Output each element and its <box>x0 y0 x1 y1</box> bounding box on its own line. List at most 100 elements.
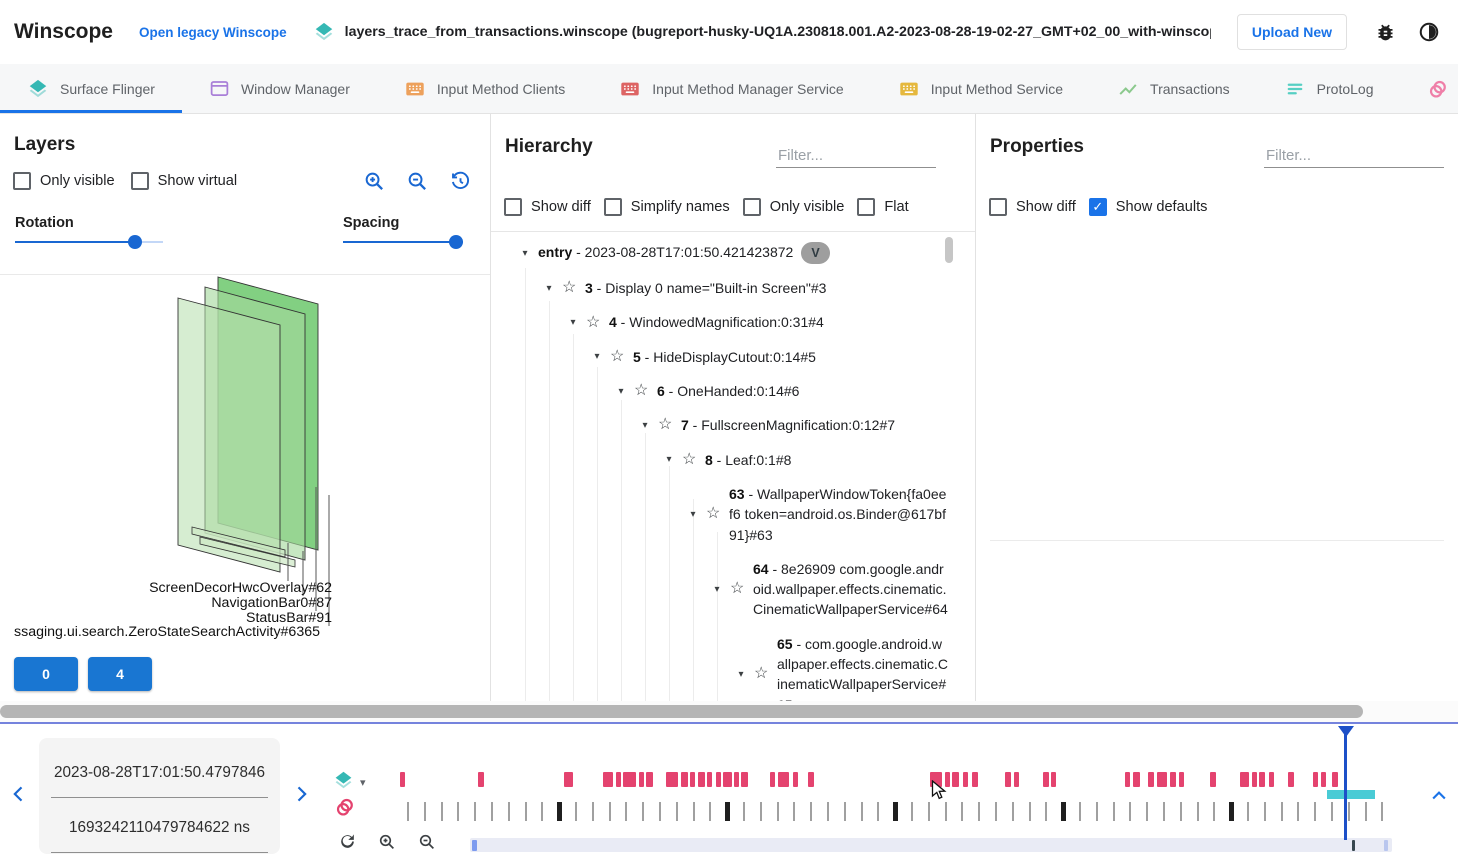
transition-mark[interactable] <box>623 772 636 787</box>
hierarchy-show-diff-checkbox[interactable]: Show diff <box>504 198 591 216</box>
trace-tick[interactable] <box>760 802 762 821</box>
properties-filter-input[interactable] <box>1264 144 1444 168</box>
transition-mark[interactable] <box>690 772 695 787</box>
trace-tick[interactable] <box>810 802 812 821</box>
transition-mark[interactable] <box>1014 772 1019 787</box>
transition-mark[interactable] <box>646 772 653 787</box>
trace-tick[interactable] <box>1297 802 1299 821</box>
hierarchy-flat-checkbox[interactable]: Flat <box>857 198 908 216</box>
properties-show-defaults-checkbox[interactable]: ✓Show defaults <box>1089 198 1208 216</box>
collapse-arrow-icon[interactable]: ▾ <box>639 420 651 431</box>
trace-tick-bold[interactable] <box>893 802 898 821</box>
transition-mark[interactable] <box>478 772 484 787</box>
collapse-arrow-icon[interactable]: ▾ <box>567 317 579 328</box>
trace-tick[interactable] <box>793 802 795 821</box>
hierarchy-scrollbar[interactable] <box>945 237 953 263</box>
trace-tick[interactable] <box>1096 802 1098 821</box>
trace-tick[interactable] <box>491 802 493 821</box>
star-icon[interactable]: ☆ <box>682 452 698 468</box>
transition-mark[interactable] <box>616 772 621 787</box>
display-id-button[interactable]: 4 <box>88 657 152 691</box>
trace-tick-bold[interactable] <box>1061 802 1066 821</box>
trace-tick[interactable] <box>642 802 644 821</box>
trace-tick[interactable] <box>995 802 997 821</box>
trace-tick[interactable] <box>407 802 409 821</box>
properties-show-diff-checkbox[interactable]: Show diff <box>989 198 1076 216</box>
display-id-button[interactable]: 0 <box>14 657 78 691</box>
trace-tick[interactable] <box>861 802 863 821</box>
hierarchy-simplify-names-checkbox[interactable]: Simplify names <box>604 198 730 216</box>
collapse-arrow-icon[interactable]: ▾ <box>615 386 627 397</box>
transition-mark[interactable] <box>972 772 978 787</box>
layers-only-visible-checkbox[interactable]: Only visible <box>13 172 115 190</box>
trace-tick[interactable] <box>911 802 913 821</box>
transition-mark[interactable] <box>1288 772 1294 787</box>
bug-report-icon[interactable] <box>1375 22 1396 43</box>
tab-input-method-manager-service[interactable]: Input Method Manager Service <box>592 64 870 113</box>
transition-mark[interactable] <box>1133 772 1140 787</box>
tree-node-5[interactable]: ▾☆5 - HideDisplayCutout:0:14#5 <box>491 340 975 374</box>
trace-tick[interactable] <box>844 802 846 821</box>
transition-mark[interactable] <box>698 772 705 787</box>
collapse-arrow-icon[interactable]: ▾ <box>663 454 675 465</box>
trace-tick[interactable] <box>1381 802 1383 821</box>
transition-mark[interactable] <box>1240 772 1249 787</box>
tree-node-3[interactable]: ▾☆3 - Display 0 name="Built-in Screen"#3 <box>491 271 975 305</box>
zoom-bar-marker[interactable] <box>1384 840 1388 851</box>
transition-mark[interactable] <box>564 772 573 787</box>
trace-tick[interactable] <box>508 802 510 821</box>
transition-mark[interactable] <box>666 772 678 787</box>
transition-mark[interactable] <box>1170 772 1176 787</box>
trace-tick[interactable] <box>827 802 829 821</box>
tab-transactions[interactable]: Transactions <box>1090 64 1257 113</box>
horizontal-scrollbar[interactable] <box>0 705 1363 718</box>
trace-tick[interactable] <box>877 802 879 821</box>
trace-tick[interactable] <box>457 802 459 821</box>
star-icon[interactable]: ☆ <box>658 417 674 433</box>
trace-tick[interactable] <box>1365 802 1367 821</box>
collapse-arrow-icon[interactable]: ▾ <box>543 283 555 294</box>
transition-mark[interactable] <box>1321 772 1326 787</box>
transition-mark[interactable] <box>793 772 798 787</box>
trace-tick[interactable] <box>1247 802 1249 821</box>
star-icon[interactable]: ☆ <box>754 666 770 682</box>
transition-mark[interactable] <box>707 772 712 787</box>
timeline-zoom-range-bar[interactable] <box>470 838 1392 852</box>
zoom-in-icon[interactable] <box>363 170 386 198</box>
trace-tick[interactable] <box>1348 802 1350 821</box>
zoom-bar-marker[interactable] <box>1352 840 1355 851</box>
collapse-arrow-icon[interactable]: ▾ <box>735 669 747 680</box>
trace-tick[interactable] <box>693 802 695 821</box>
tab-transitions[interactable]: Transitions <box>1400 64 1458 113</box>
trace-tick[interactable] <box>709 802 711 821</box>
hierarchy-only-visible-checkbox[interactable]: Only visible <box>743 198 845 216</box>
trace-tick[interactable] <box>961 802 963 821</box>
trace-tick[interactable] <box>1079 802 1081 821</box>
tree-node-8[interactable]: ▾☆8 - Leaf:0:1#8 <box>491 443 975 477</box>
trace-tick[interactable] <box>777 802 779 821</box>
trace-tick[interactable] <box>424 802 426 821</box>
trace-tick[interactable] <box>1129 802 1131 821</box>
transition-mark[interactable] <box>681 772 688 787</box>
tab-input-method-clients[interactable]: Input Method Clients <box>377 64 592 113</box>
trace-tick[interactable] <box>1163 802 1165 821</box>
tab-window-manager[interactable]: Window Manager <box>182 64 377 113</box>
transition-mark[interactable] <box>1157 772 1167 787</box>
tab-surface-flinger[interactable]: Surface Flinger <box>0 64 182 113</box>
tree-node-4[interactable]: ▾☆4 - WindowedMagnification:0:31#4 <box>491 305 975 339</box>
star-icon[interactable]: ☆ <box>586 315 602 331</box>
tab-input-method-service[interactable]: Input Method Service <box>871 64 1090 113</box>
star-icon[interactable]: ☆ <box>706 506 722 522</box>
transition-mark[interactable] <box>1125 772 1130 787</box>
trace-tick[interactable] <box>1113 802 1115 821</box>
timeline-cursor[interactable] <box>1344 728 1347 840</box>
transition-mark[interactable] <box>603 772 613 787</box>
collapse-arrow-icon[interactable]: ▾ <box>591 351 603 362</box>
star-icon[interactable]: ☆ <box>634 383 650 399</box>
transition-mark[interactable] <box>716 772 721 787</box>
tree-node-7[interactable]: ▾☆7 - FullscreenMagnification:0:12#7 <box>491 408 975 442</box>
transition-mark[interactable] <box>952 772 959 787</box>
trace-tick[interactable] <box>676 802 678 821</box>
trace-tick[interactable] <box>1045 802 1047 821</box>
timeline-cursor-head[interactable] <box>1338 726 1354 737</box>
